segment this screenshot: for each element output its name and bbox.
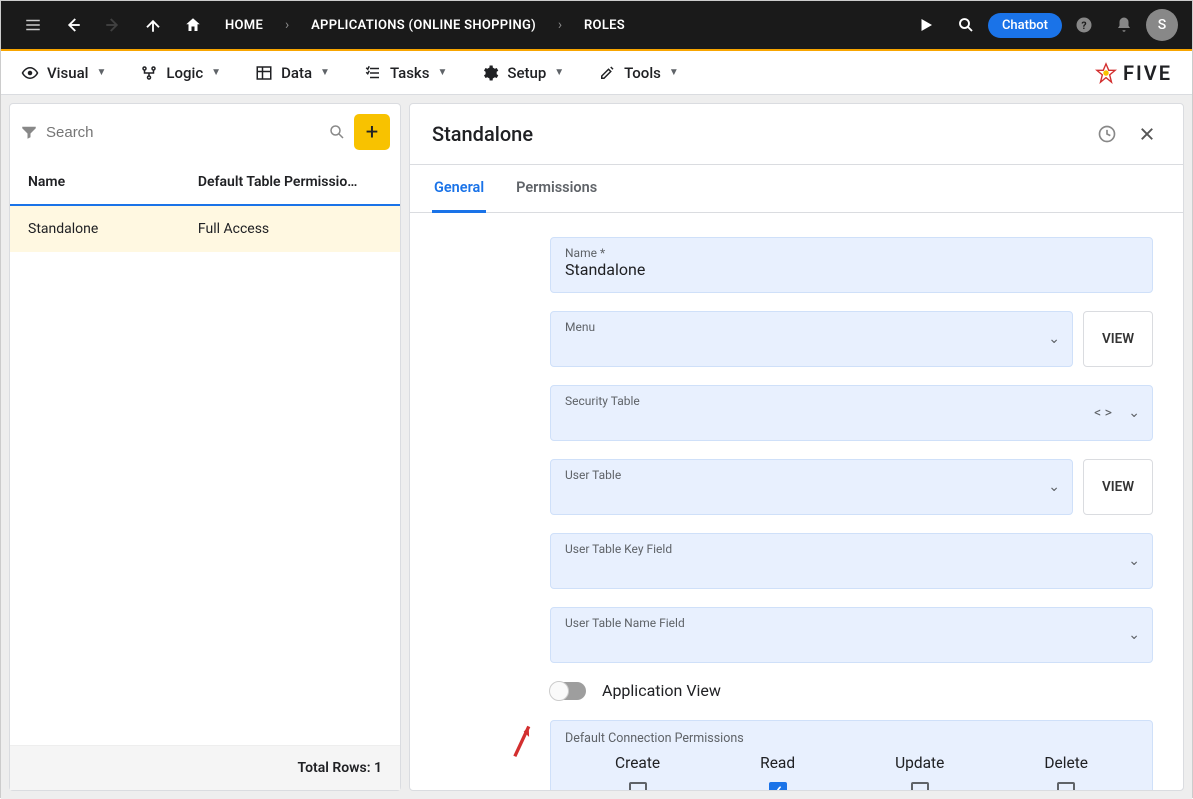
security-table-field[interactable]: Security Table < > ⌄	[550, 385, 1153, 441]
toolbar-data[interactable]: Data ▼	[255, 64, 330, 82]
back-icon[interactable]	[55, 7, 91, 43]
search-input[interactable]	[46, 124, 320, 141]
menu-icon[interactable]	[15, 7, 51, 43]
permissions-title: Default Connection Permissions	[565, 731, 1138, 746]
view-button-menu[interactable]: VIEW	[1083, 311, 1153, 367]
filter-icon[interactable]	[20, 123, 38, 141]
view-button-user-table[interactable]: VIEW	[1083, 459, 1153, 515]
security-table-label: Security Table	[565, 394, 1138, 408]
svg-text:?: ?	[1081, 19, 1086, 32]
home-icon[interactable]	[175, 7, 211, 43]
detail-title: Standalone	[432, 122, 1081, 146]
perm-update-checkbox[interactable]	[911, 782, 929, 790]
perm-read-checkbox[interactable]	[769, 782, 787, 790]
close-icon[interactable]	[1133, 120, 1161, 148]
toolbar-tools-label: Tools	[624, 64, 661, 82]
table-footer: Total Rows: 1	[10, 745, 400, 790]
history-icon[interactable]	[1093, 120, 1121, 148]
caret-down-icon: ▼	[320, 67, 330, 78]
bell-icon[interactable]	[1106, 7, 1142, 43]
play-icon[interactable]	[908, 7, 944, 43]
row-permission: Full Access	[198, 221, 269, 237]
toolbar-visual[interactable]: Visual ▼	[21, 64, 106, 82]
caret-down-icon: ▼	[554, 67, 564, 78]
help-icon[interactable]: ?	[1066, 7, 1102, 43]
perm-read-label: Read	[760, 754, 795, 772]
caret-down-icon: ▼	[96, 67, 106, 78]
user-table-key-label: User Table Key Field	[565, 542, 1138, 556]
chevron-down-icon: ⌄	[1128, 553, 1140, 569]
tabs: General Permissions	[410, 165, 1183, 213]
search-icon[interactable]	[948, 7, 984, 43]
toolbar-tasks[interactable]: Tasks ▼	[364, 64, 447, 82]
toolbar-visual-label: Visual	[47, 64, 88, 82]
toolbar-setup-label: Setup	[507, 64, 546, 82]
toolbar-logic[interactable]: Logic ▼	[140, 64, 221, 82]
app-view-toggle[interactable]	[550, 682, 586, 700]
table-header: Name Default Table Permissio…	[10, 160, 400, 206]
app-view-label: Application View	[602, 681, 721, 700]
right-panel: Standalone General Permissions Name * St…	[409, 103, 1184, 791]
detail-body: Name * Standalone Menu ⌄ VIEW Security T…	[410, 213, 1183, 790]
user-table-field[interactable]: User Table ⌄	[550, 459, 1073, 515]
toolbar-data-label: Data	[281, 64, 312, 82]
add-button[interactable]: +	[354, 114, 390, 150]
toolbar: Visual ▼ Logic ▼ Data ▼ Tasks ▼ Setup ▼ Tools…	[1, 51, 1192, 95]
perm-delete-label: Delete	[1044, 754, 1088, 772]
perm-create-checkbox[interactable]	[629, 782, 647, 790]
user-table-name-label: User Table Name Field	[565, 616, 1138, 630]
tab-general[interactable]: General	[432, 165, 486, 213]
annotation-arrow	[497, 714, 551, 772]
caret-down-icon: ▼	[437, 67, 447, 78]
avatar[interactable]: S	[1146, 9, 1178, 41]
search-icon[interactable]	[328, 123, 346, 141]
workspace: + Name Default Table Permissio… Standalo…	[1, 95, 1192, 799]
brand-logo: FIVE	[1095, 61, 1172, 85]
menu-label: Menu	[565, 320, 1058, 334]
brand-text: FIVE	[1123, 61, 1172, 85]
toolbar-tasks-label: Tasks	[390, 64, 430, 82]
search-bar: +	[10, 104, 400, 160]
row-name: Standalone	[28, 221, 198, 237]
chevron-down-icon: ⌄	[1128, 405, 1140, 421]
breadcrumb-roles[interactable]: ROLES	[574, 18, 635, 33]
chevron-right-icon: ›	[550, 17, 570, 33]
chevron-down-icon: ⌄	[1048, 331, 1060, 347]
topbar: HOME › APPLICATIONS (ONLINE SHOPPING) › …	[1, 1, 1192, 51]
detail-header: Standalone	[410, 104, 1183, 165]
code-icon[interactable]: < >	[1094, 405, 1112, 421]
breadcrumb-home[interactable]: HOME	[215, 18, 273, 33]
chatbot-button[interactable]: Chatbot	[988, 13, 1062, 38]
up-icon[interactable]	[135, 7, 171, 43]
chevron-down-icon: ⌄	[1048, 479, 1060, 495]
tab-permissions[interactable]: Permissions	[514, 165, 599, 212]
toolbar-setup[interactable]: Setup ▼	[481, 64, 564, 82]
toolbar-logic-label: Logic	[166, 64, 203, 82]
user-table-key-field[interactable]: User Table Key Field ⌄	[550, 533, 1153, 589]
caret-down-icon: ▼	[669, 67, 679, 78]
app-view-toggle-row: Application View	[550, 681, 1153, 700]
perm-update-label: Update	[895, 754, 944, 772]
chevron-right-icon: ›	[277, 17, 297, 33]
left-panel: + Name Default Table Permissio… Standalo…	[9, 103, 401, 791]
perm-create-label: Create	[615, 754, 660, 772]
name-value: Standalone	[565, 260, 645, 279]
user-table-name-field[interactable]: User Table Name Field ⌄	[550, 607, 1153, 663]
user-table-label: User Table	[565, 468, 1058, 482]
forward-icon	[95, 7, 131, 43]
name-label: Name *	[565, 246, 1138, 260]
breadcrumb-applications[interactable]: APPLICATIONS (ONLINE SHOPPING)	[301, 18, 546, 33]
column-name[interactable]: Name	[28, 174, 198, 190]
toolbar-tools[interactable]: Tools ▼	[598, 64, 679, 82]
name-field[interactable]: Name * Standalone	[550, 237, 1153, 293]
table-row[interactable]: Standalone Full Access	[10, 206, 400, 252]
caret-down-icon: ▼	[211, 67, 221, 78]
menu-field[interactable]: Menu ⌄	[550, 311, 1073, 367]
column-permissions[interactable]: Default Table Permissio…	[198, 174, 357, 190]
default-connection-permissions: Default Connection Permissions Create Re…	[550, 720, 1153, 790]
chevron-down-icon: ⌄	[1128, 627, 1140, 643]
perm-delete-checkbox[interactable]	[1057, 782, 1075, 790]
